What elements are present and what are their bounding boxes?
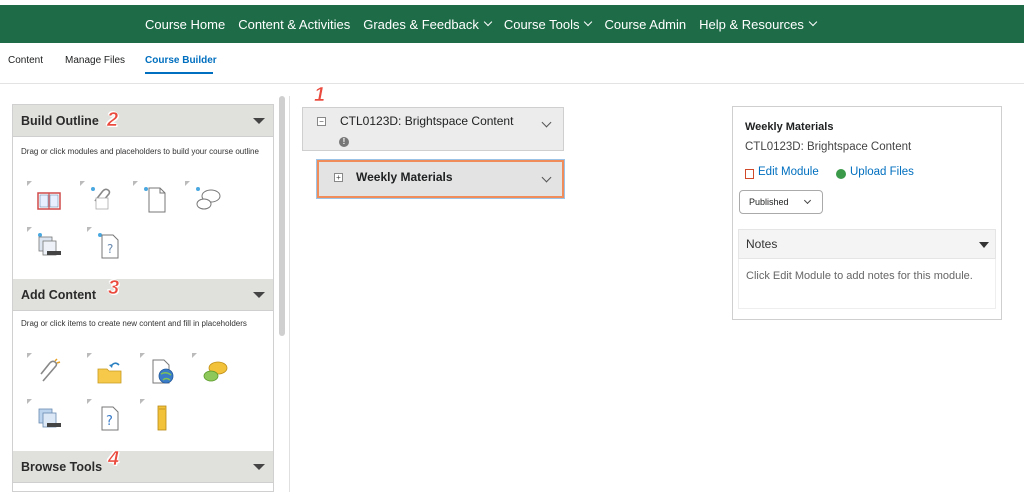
checklist-icon[interactable]	[140, 399, 178, 433]
expand-module-button[interactable]: +	[334, 173, 343, 182]
edit-module-icon	[745, 169, 754, 179]
module-book-icon[interactable]	[27, 181, 65, 215]
nav-content-activities[interactable]: Content & Activities	[238, 17, 350, 32]
annotation-number-1: 1	[314, 84, 326, 107]
svg-text:?: ?	[107, 242, 113, 256]
svg-text:?: ?	[106, 414, 113, 429]
nav-course-home[interactable]: Course Home	[145, 17, 225, 32]
quiz-placeholder-icon[interactable]	[27, 227, 65, 261]
document-placeholder-icon[interactable]	[133, 181, 171, 215]
chevron-down-icon	[584, 17, 593, 27]
header-divider	[0, 83, 1024, 84]
child-module-title: Weekly Materials	[356, 170, 453, 184]
notes-section-body: Click Edit Module to add notes for this …	[738, 259, 996, 309]
notes-title: Notes	[746, 237, 778, 251]
build-outline-title: Build Outline	[21, 114, 99, 128]
build-outline-description: Drag or click modules and placeholders t…	[21, 147, 259, 156]
module-details-panel: Weekly Materials CTL0123D: Brightspace C…	[732, 106, 1002, 320]
browse-tools-title: Browse Tools	[21, 460, 103, 474]
notes-section-header[interactable]: Notes	[738, 229, 996, 259]
add-content-description: Drag or click items to create new conten…	[21, 319, 247, 328]
module-details-title: Weekly Materials	[745, 121, 834, 133]
chevron-down-icon[interactable]	[541, 172, 552, 183]
warning-icon: !	[339, 137, 349, 147]
upload-files-link[interactable]: Upload Files	[850, 166, 914, 178]
module-parent-name: CTL0123D: Brightspace Content	[745, 141, 912, 153]
top-navigation-bar: Course Home Content & Activities Grades …	[0, 5, 1024, 43]
builder-tools-panel: Build Outline Drag or click modules and …	[12, 104, 274, 492]
browse-tools-header[interactable]: Browse Tools	[13, 451, 273, 483]
upload-files-icon	[836, 169, 846, 179]
collapse-triangle-icon[interactable]	[253, 464, 265, 470]
edit-module-link[interactable]: Edit Module	[758, 166, 819, 178]
upload-folder-icon[interactable]	[87, 353, 125, 387]
child-module-card[interactable]: + Weekly Materials	[317, 160, 564, 198]
attach-file-icon[interactable]	[27, 353, 65, 387]
question-icon[interactable]: ?	[87, 399, 125, 433]
nav-course-tools[interactable]: Course Tools	[504, 17, 593, 32]
nav-help-resources[interactable]: Help & Resources	[699, 17, 818, 32]
tab-course-builder[interactable]: Course Builder	[145, 55, 217, 66]
paperclip-placeholder-icon[interactable]	[80, 181, 118, 215]
chevron-down-icon	[803, 196, 812, 205]
panel-splitter[interactable]	[289, 96, 290, 492]
active-tab-indicator	[145, 72, 213, 74]
collapse-triangle-icon[interactable]	[979, 242, 989, 248]
chevron-down-icon[interactable]	[541, 117, 552, 128]
publish-status-value: Published	[749, 197, 789, 207]
tab-content[interactable]: Content	[8, 55, 43, 66]
discussion-placeholder-icon[interactable]	[185, 181, 223, 215]
notes-placeholder-text: Click Edit Module to add notes for this …	[746, 270, 973, 282]
annotation-number-4: 4	[108, 448, 120, 471]
add-content-title: Add Content	[21, 288, 96, 302]
collapse-triangle-icon[interactable]	[253, 292, 265, 298]
web-link-icon[interactable]	[140, 353, 178, 387]
tab-manage-files[interactable]: Manage Files	[65, 55, 125, 66]
tools-panel-scrollbar[interactable]	[279, 96, 285, 336]
root-module-title: CTL0123D: Brightspace Content	[340, 114, 514, 128]
collapse-module-button[interactable]: −	[317, 117, 326, 126]
quiz-icon[interactable]	[27, 399, 65, 433]
nav-grades-feedback[interactable]: Grades & Feedback	[363, 17, 493, 32]
nav-course-admin[interactable]: Course Admin	[604, 17, 686, 32]
annotation-number-3: 3	[108, 277, 120, 300]
question-placeholder-icon[interactable]: ?	[87, 227, 125, 261]
publish-status-select[interactable]: Published	[739, 190, 823, 214]
discussion-icon[interactable]	[192, 353, 230, 387]
chevron-down-icon	[808, 17, 818, 27]
annotation-number-2: 2	[107, 109, 119, 132]
top-nav: Course Home Content & Activities Grades …	[145, 5, 829, 43]
chevron-down-icon	[483, 17, 493, 27]
add-content-header[interactable]: Add Content	[13, 279, 273, 311]
collapse-triangle-icon[interactable]	[253, 118, 265, 124]
build-outline-header[interactable]: Build Outline	[13, 105, 273, 137]
